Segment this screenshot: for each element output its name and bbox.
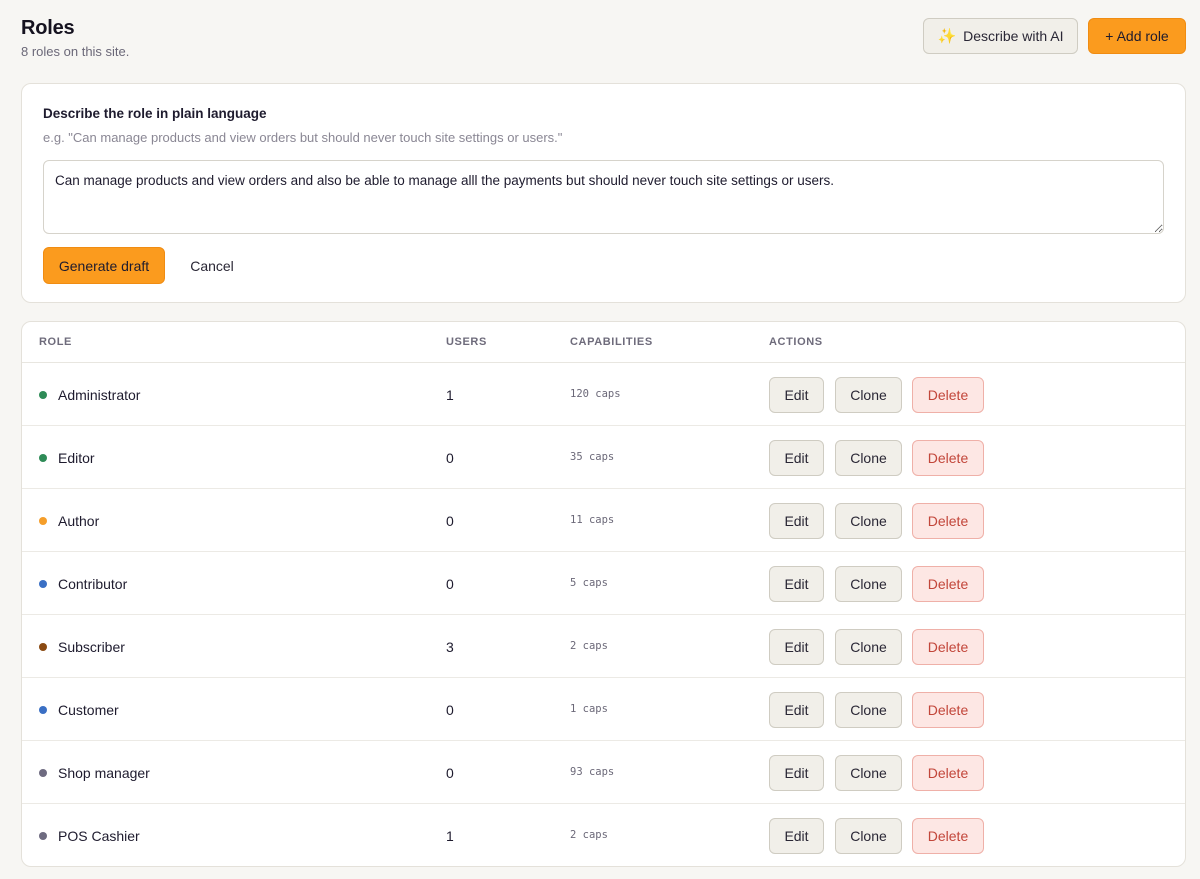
- clone-role-button[interactable]: Clone: [835, 440, 902, 476]
- page-header: Roles 8 roles on this site.: [21, 17, 129, 59]
- role-name: Contributor: [58, 576, 128, 592]
- user-count: 0: [446, 702, 454, 718]
- role-name: Customer: [58, 702, 119, 718]
- edit-role-button[interactable]: Edit: [769, 755, 824, 791]
- table-body: Administrator 1 120 caps Edit Clone Delete Edi…: [22, 363, 1185, 866]
- column-header-role: ROLE: [39, 336, 72, 348]
- table-row: Editor 0 35 caps Edit Clone Delete: [22, 426, 1185, 489]
- role-color-dot: [39, 706, 47, 714]
- user-count: 3: [446, 639, 454, 655]
- role-color-dot: [39, 517, 47, 525]
- capabilities-count: 35 caps: [570, 451, 615, 463]
- capabilities-count: 2 caps: [570, 829, 608, 841]
- table-row: Shop manager 0 93 caps Edit Clone Delete: [22, 741, 1185, 804]
- clone-role-button[interactable]: Clone: [835, 692, 902, 728]
- capabilities-count: 1 caps: [570, 703, 608, 715]
- user-count: 0: [446, 576, 454, 592]
- user-count: 1: [446, 828, 454, 844]
- delete-role-button[interactable]: Delete: [912, 377, 984, 413]
- delete-role-button[interactable]: Delete: [912, 503, 984, 539]
- edit-role-button[interactable]: Edit: [769, 818, 824, 854]
- clone-role-button[interactable]: Clone: [835, 818, 902, 854]
- ai-panel-label: Describe the role in plain language: [43, 106, 267, 121]
- header-actions: ✨ Describe with AI + Add role: [923, 18, 1186, 54]
- clone-role-button[interactable]: Clone: [835, 503, 902, 539]
- delete-role-button[interactable]: Delete: [912, 629, 984, 665]
- table-row: Customer 0 1 caps Edit Clone Delete: [22, 678, 1185, 741]
- edit-role-button[interactable]: Edit: [769, 377, 824, 413]
- delete-role-button[interactable]: Delete: [912, 440, 984, 476]
- describe-with-ai-label: Describe with AI: [963, 28, 1064, 44]
- roles-table: ROLE USERS CAPABILITIES ACTIONS Administ…: [21, 321, 1186, 867]
- sparkle-icon: ✨: [937, 28, 957, 45]
- capabilities-count: 11 caps: [570, 514, 615, 526]
- clone-role-button[interactable]: Clone: [835, 566, 902, 602]
- edit-role-button[interactable]: Edit: [769, 440, 824, 476]
- role-color-dot: [39, 391, 47, 399]
- delete-role-button[interactable]: Delete: [912, 692, 984, 728]
- ai-panel-hint: e.g. "Can manage products and view order…: [43, 130, 563, 145]
- column-header-users: USERS: [446, 336, 487, 348]
- role-name: Shop manager: [58, 765, 150, 781]
- column-header-actions: ACTIONS: [769, 336, 823, 348]
- table-row: Contributor 0 5 caps Edit Clone Delete: [22, 552, 1185, 615]
- describe-with-ai-button[interactable]: ✨ Describe with AI: [923, 18, 1078, 54]
- clone-role-button[interactable]: Clone: [835, 755, 902, 791]
- edit-role-button[interactable]: Edit: [769, 692, 824, 728]
- role-color-dot: [39, 832, 47, 840]
- clone-role-button[interactable]: Clone: [835, 377, 902, 413]
- column-header-capabilities: CAPABILITIES: [570, 336, 653, 348]
- edit-role-button[interactable]: Edit: [769, 566, 824, 602]
- capabilities-count: 93 caps: [570, 766, 615, 778]
- delete-role-button[interactable]: Delete: [912, 755, 984, 791]
- role-name: Subscriber: [58, 639, 125, 655]
- user-count: 0: [446, 765, 454, 781]
- table-row: POS Cashier 1 2 caps Edit Clone Delete: [22, 804, 1185, 866]
- capabilities-count: 5 caps: [570, 577, 608, 589]
- page-title: Roles: [21, 17, 75, 39]
- table-header: ROLE USERS CAPABILITIES ACTIONS: [22, 322, 1185, 363]
- ai-describe-panel: Describe the role in plain language e.g.…: [21, 83, 1186, 303]
- capabilities-count: 2 caps: [570, 640, 608, 652]
- capabilities-count: 120 caps: [570, 388, 621, 400]
- page-subtitle: 8 roles on this site.: [21, 44, 130, 59]
- clone-role-button[interactable]: Clone: [835, 629, 902, 665]
- table-row: Author 0 11 caps Edit Clone Delete: [22, 489, 1185, 552]
- role-name: POS Cashier: [58, 828, 140, 844]
- table-row: Administrator 1 120 caps Edit Clone Delete: [22, 363, 1185, 426]
- edit-role-button[interactable]: Edit: [769, 503, 824, 539]
- role-color-dot: [39, 643, 47, 651]
- role-color-dot: [39, 454, 47, 462]
- delete-role-button[interactable]: Delete: [912, 818, 984, 854]
- role-color-dot: [39, 580, 47, 588]
- user-count: 0: [446, 450, 454, 466]
- add-role-button[interactable]: + Add role: [1088, 18, 1186, 54]
- user-count: 0: [446, 513, 454, 529]
- delete-role-button[interactable]: Delete: [912, 566, 984, 602]
- role-description-textarea[interactable]: Can manage products and view orders and …: [43, 160, 1164, 234]
- role-name: Author: [58, 513, 100, 529]
- table-row: Subscriber 3 2 caps Edit Clone Delete: [22, 615, 1185, 678]
- edit-role-button[interactable]: Edit: [769, 629, 824, 665]
- role-color-dot: [39, 769, 47, 777]
- generate-draft-button[interactable]: Generate draft: [43, 247, 165, 284]
- role-name: Editor: [58, 450, 95, 466]
- role-name: Administrator: [58, 387, 141, 403]
- cancel-button[interactable]: Cancel: [177, 247, 247, 284]
- user-count: 1: [446, 387, 454, 403]
